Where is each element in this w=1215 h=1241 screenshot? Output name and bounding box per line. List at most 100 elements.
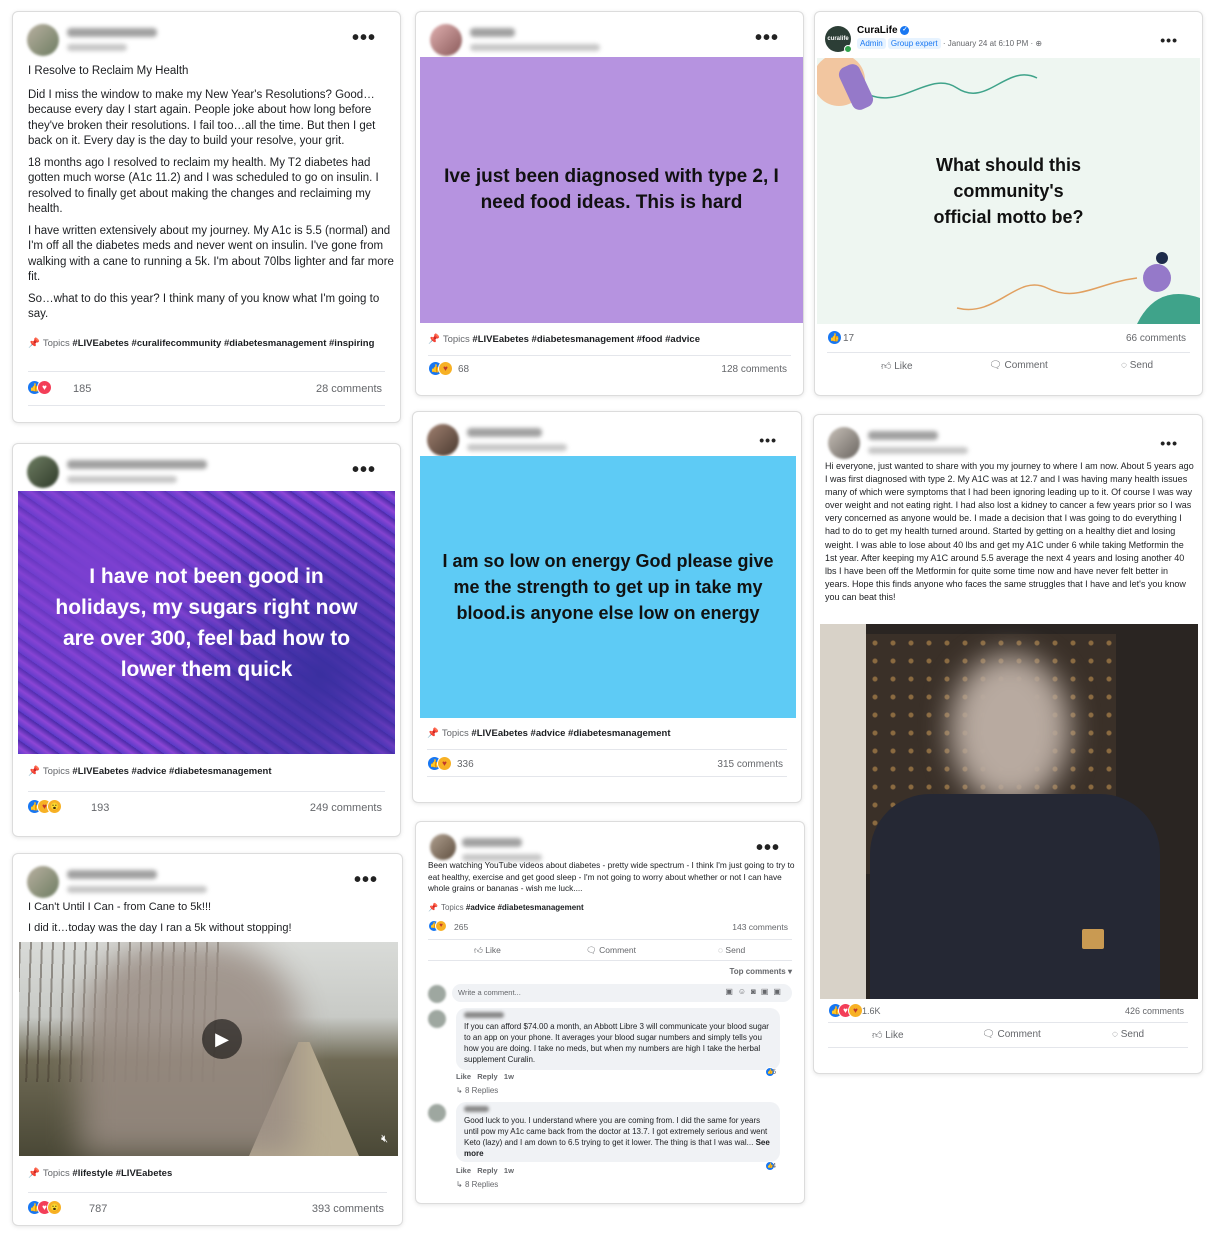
reaction-icons[interactable]: 👍♥ [27, 380, 52, 398]
post-paragraph: I did it…today was the day I ran a 5k wi… [28, 921, 292, 934]
comment-count[interactable]: 393 comments [312, 1203, 384, 1215]
post-stats: 👍 ♥ 185 28 comments [27, 380, 386, 400]
reaction-count[interactable]: 787 [89, 1203, 107, 1215]
reaction-count[interactable]: 17 [843, 333, 854, 344]
avatar[interactable] [27, 24, 59, 56]
post-header: curalife CuraLife ✓ Admin Group expert ·… [825, 24, 1188, 58]
care-reaction-icon: ♥ [437, 756, 452, 771]
send-button[interactable]: ◌ Send [1121, 360, 1153, 371]
topic-tags[interactable]: #LIVEabetes #diabetesmanagement #food #a… [472, 334, 700, 345]
current-user-avatar [428, 985, 446, 1003]
comment-label: Comment [997, 1029, 1041, 1040]
comment-count[interactable]: 66 comments [1126, 333, 1186, 344]
view-replies-link[interactable]: ↳ 8 Replies [456, 1086, 498, 1095]
comment-button[interactable]: 🗨 Comment [586, 945, 636, 956]
like-button[interactable]: 👍︎ Like [872, 1029, 904, 1041]
meta-separator: · [942, 39, 946, 48]
comment-count[interactable]: 426 comments [1125, 1006, 1184, 1016]
reaction-icons[interactable]: 👍 ♥ 😮 [27, 799, 62, 817]
reaction-icons[interactable]: 👍♥ [428, 361, 453, 379]
topics-label: Topics [442, 334, 470, 345]
more-options-icon[interactable]: ••• [1160, 32, 1178, 48]
reaction-icons[interactable]: 👍♥ [428, 920, 447, 938]
reaction-icons[interactable]: 👍 [827, 330, 842, 348]
post-stats: 👍♥ 265 143 comments [428, 920, 792, 940]
comment-count[interactable]: 128 comments [721, 364, 787, 375]
more-options-icon[interactable]: ••• [1160, 435, 1178, 451]
comment-sort-dropdown[interactable]: Top comments ▾ [729, 967, 792, 976]
author-name[interactable]: CuraLife [857, 25, 898, 36]
topic-tags[interactable]: #LIVEabetes #advice #diabetesmanagement [72, 766, 271, 777]
chevron-down-icon: ▾ [787, 967, 792, 976]
comment-count[interactable]: 249 comments [310, 802, 382, 814]
comment-actions[interactable]: Like Reply 1w [456, 1072, 514, 1081]
reaction-icons[interactable]: 👍♥ [427, 756, 452, 774]
reaction-count[interactable]: 265 [454, 922, 468, 932]
video-player[interactable]: ▶ 🔇︎ [19, 942, 398, 1156]
reaction-icons[interactable]: 👍 ♥ 😮 [27, 1200, 62, 1218]
topics-label: Topics [42, 1168, 70, 1179]
reaction-count[interactable]: 68 [458, 364, 469, 375]
author-name-blurred[interactable] [868, 431, 938, 440]
author-name-blurred[interactable] [67, 870, 157, 879]
commenter-name-blurred[interactable] [464, 1012, 504, 1018]
comment-count[interactable]: 28 comments [316, 383, 382, 395]
post-timestamp[interactable]: January 24 at 6:10 PM [948, 39, 1029, 48]
author-name-blurred[interactable] [67, 28, 157, 37]
avatar[interactable] [27, 866, 59, 898]
author-name-blurred[interactable] [467, 428, 542, 437]
comment-button[interactable]: 🗨 Comment [982, 1029, 1041, 1040]
author-name-blurred[interactable] [462, 838, 522, 847]
mute-icon[interactable]: 🔇︎ [381, 1133, 388, 1146]
like-label: Like [894, 361, 913, 372]
more-options-icon[interactable]: ••• [352, 460, 376, 480]
commenter-avatar[interactable] [428, 1010, 446, 1028]
more-options-icon[interactable]: ••• [352, 28, 376, 48]
like-button[interactable]: 👍︎ Like [881, 360, 913, 372]
reaction-icons[interactable]: 👍 ♥ ♥ [828, 1003, 863, 1021]
write-comment-input[interactable]: Write a comment... ▣☺◙▣▣ [452, 984, 792, 1002]
replies-label: 8 Replies [464, 1180, 499, 1189]
post-photo[interactable] [820, 624, 1198, 999]
avatar[interactable] [27, 456, 59, 488]
avatar[interactable] [828, 427, 860, 459]
care-reaction-icon: ♥ [435, 920, 447, 932]
avatar[interactable] [430, 834, 456, 860]
post-stats: 👍 17 66 comments [827, 330, 1190, 350]
topic-tags[interactable]: #lifestyle #LIVEabetes [72, 1168, 172, 1179]
view-replies-link[interactable]: ↳ 8 Replies [456, 1180, 498, 1189]
more-options-icon[interactable]: ••• [756, 838, 780, 858]
comment-count[interactable]: 143 comments [732, 922, 788, 932]
author-name-blurred[interactable] [67, 460, 207, 469]
commenter-avatar[interactable] [428, 1104, 446, 1122]
topic-tags[interactable]: #LIVEabetes #advice #diabetesmanagement [471, 728, 670, 739]
reaction-count[interactable]: 336 [457, 759, 474, 770]
send-button[interactable]: ◌ Send [1112, 1029, 1144, 1040]
comment-actions[interactable]: Like Reply 1w [456, 1166, 514, 1175]
more-options-icon[interactable]: ••• [755, 28, 779, 48]
reply-arrow-icon: ↳ [456, 1180, 465, 1189]
author-name-blurred[interactable] [470, 28, 515, 37]
photo-figure-shirt [870, 794, 1160, 999]
more-options-icon[interactable]: ••• [759, 432, 777, 448]
send-label: Send [725, 945, 746, 955]
commenter-name-blurred[interactable] [464, 1106, 489, 1112]
reaction-count[interactable]: 193 [91, 802, 109, 814]
reaction-count[interactable]: 185 [73, 383, 91, 395]
comment-reactions[interactable]: 👍 5 [765, 1067, 776, 1077]
topic-tags[interactable]: #LIVEabetes #curalifecommunity #diabetes… [72, 338, 374, 349]
reaction-count[interactable]: 1.6K [862, 1006, 881, 1016]
comment-button[interactable]: 🗨 Comment [989, 360, 1048, 371]
topic-tags[interactable]: #advice #diabetesmanagement [466, 903, 584, 912]
verified-icon: ✓ [900, 25, 910, 35]
send-button[interactable]: ◌ Send [718, 945, 745, 955]
play-icon[interactable]: ▶ [202, 1019, 242, 1059]
more-options-icon[interactable]: ••• [354, 870, 378, 890]
comment-tool-icons[interactable]: ▣☺◙▣▣ [725, 987, 786, 996]
avatar[interactable] [427, 424, 459, 456]
post-stats: 👍 ♥ ♥ 1.6K 426 comments [828, 1003, 1188, 1023]
comment-count[interactable]: 315 comments [717, 759, 783, 770]
comment-reactions[interactable]: 👍 4 [765, 1161, 776, 1171]
like-button[interactable]: 👍︎ Like [474, 945, 501, 956]
avatar[interactable] [430, 24, 462, 56]
